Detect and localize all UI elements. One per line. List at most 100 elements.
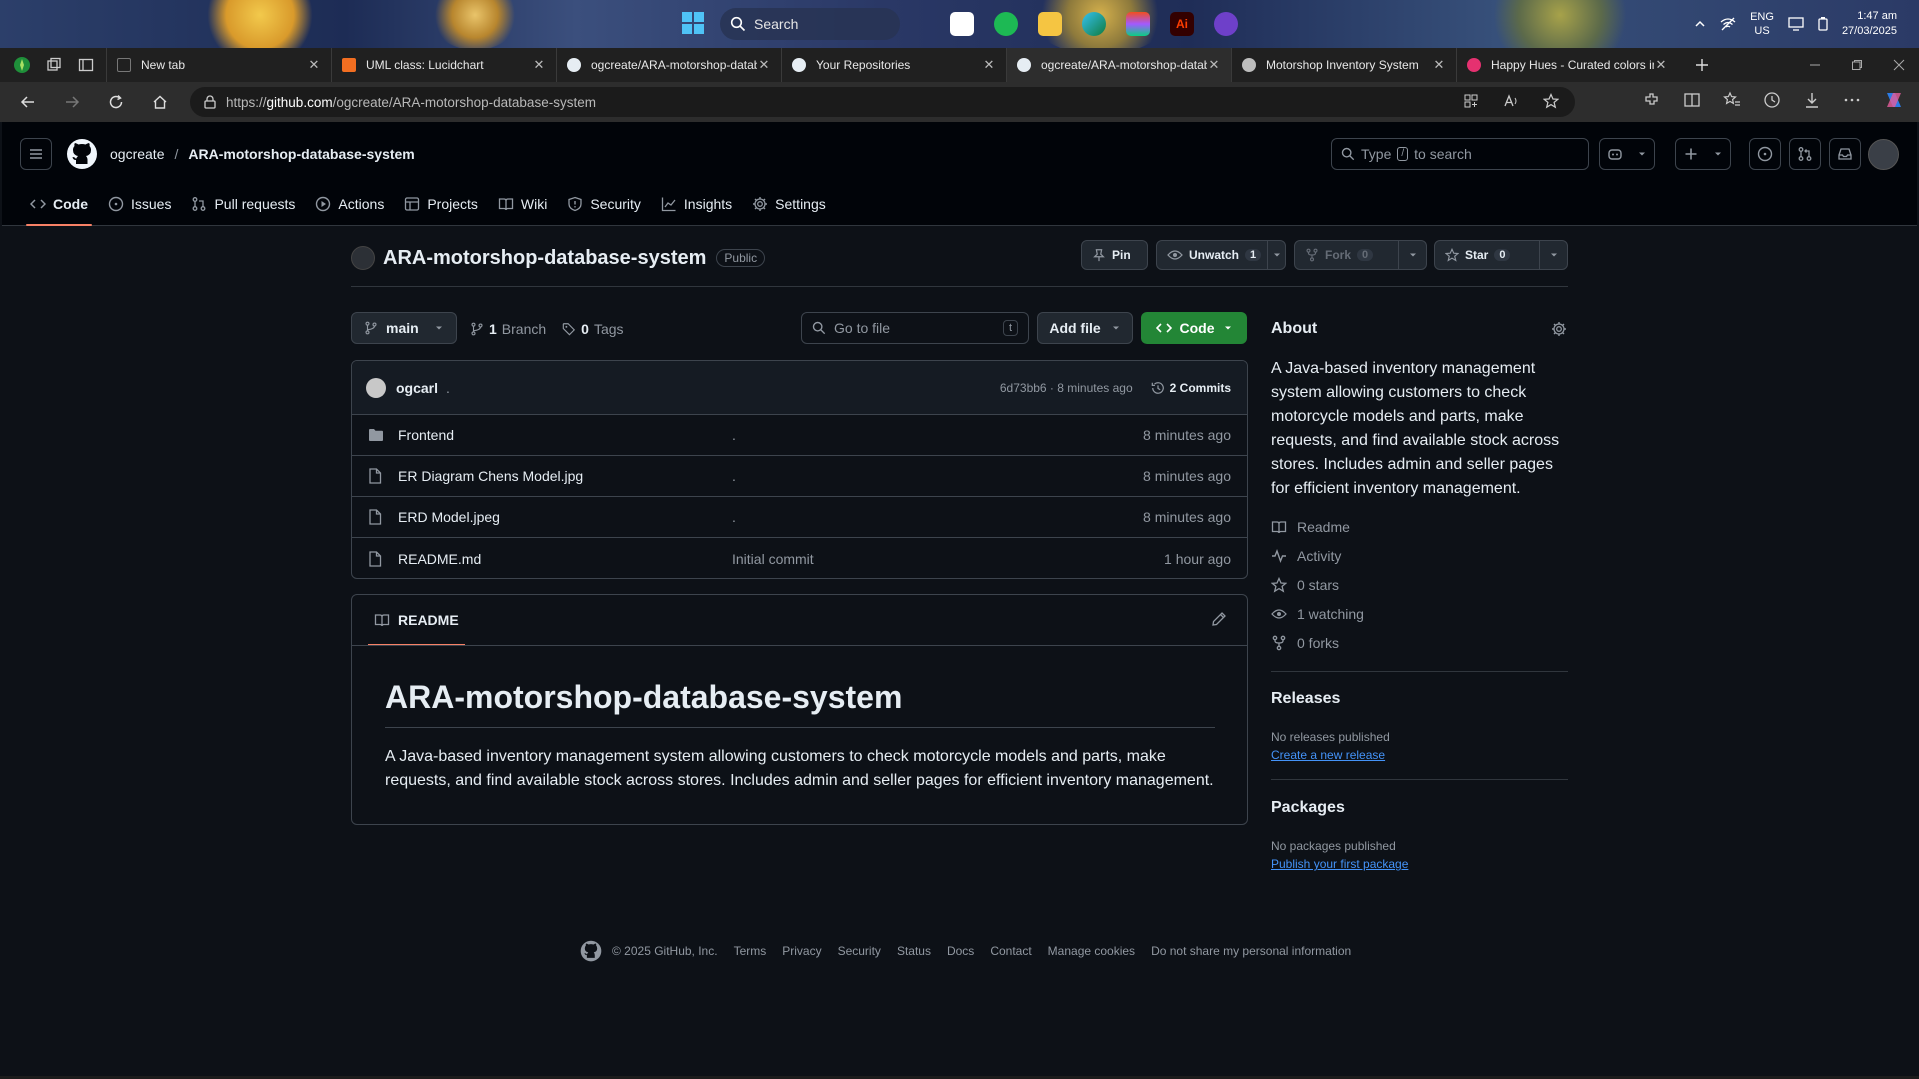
pencil-icon[interactable] bbox=[1211, 611, 1227, 627]
monitor-icon[interactable] bbox=[1788, 17, 1804, 31]
tab-insights[interactable]: Insights bbox=[651, 182, 742, 226]
breadcrumb-owner[interactable]: ogcreate bbox=[110, 146, 164, 162]
browser-tab[interactable]: Motorshop Inventory System ✕ bbox=[1231, 48, 1456, 82]
downloads-icon[interactable] bbox=[1803, 91, 1821, 109]
extensions-icon[interactable] bbox=[1643, 91, 1661, 109]
tab-security[interactable]: Security bbox=[557, 182, 651, 226]
commit-author[interactable]: ogcarl bbox=[396, 380, 438, 396]
repo-name[interactable]: ARA-motorshop-database-system bbox=[383, 247, 706, 270]
star-button[interactable]: Star 0 bbox=[1434, 240, 1568, 270]
tab-projects[interactable]: Projects bbox=[394, 182, 488, 226]
forward-arrow-icon[interactable] bbox=[50, 82, 94, 122]
edge-app-icon[interactable] bbox=[1082, 12, 1106, 36]
branch-selector[interactable]: main bbox=[351, 312, 457, 344]
close-icon[interactable]: ✕ bbox=[1207, 57, 1221, 73]
stars-link[interactable]: 0 stars bbox=[1271, 577, 1339, 593]
home-icon[interactable] bbox=[138, 82, 182, 122]
avatar[interactable] bbox=[1868, 139, 1899, 170]
file-commit-message[interactable]: . bbox=[732, 427, 1143, 443]
browser-profile-icon[interactable] bbox=[12, 55, 32, 75]
chevron-up-icon[interactable] bbox=[1694, 18, 1706, 30]
file-name[interactable]: Frontend bbox=[398, 427, 732, 443]
browser-tab[interactable]: Your Repositories ✕ bbox=[781, 48, 1006, 82]
spotify-app-icon[interactable] bbox=[994, 12, 1018, 36]
footer-link-do-not-share[interactable]: Do not share my personal information bbox=[1151, 944, 1351, 958]
close-icon[interactable]: ✕ bbox=[1654, 57, 1668, 73]
window-close-icon[interactable] bbox=[1893, 59, 1905, 71]
gear-icon[interactable] bbox=[1551, 321, 1567, 337]
github-desktop-icon[interactable] bbox=[1214, 12, 1238, 36]
create-release-link[interactable]: Create a new release bbox=[1271, 748, 1385, 762]
branches-link[interactable]: 1 Branch bbox=[470, 321, 546, 337]
footer-link-manage-cookies[interactable]: Manage cookies bbox=[1048, 944, 1135, 958]
restore-icon[interactable] bbox=[1851, 59, 1863, 71]
browser-tab[interactable]: New tab ✕ bbox=[106, 48, 331, 82]
copilot-icon[interactable] bbox=[1883, 89, 1905, 111]
add-file-button[interactable]: Add file bbox=[1037, 312, 1133, 344]
tab-actions[interactable]: Actions bbox=[305, 182, 394, 226]
illustrator-app-icon[interactable]: Ai bbox=[1170, 12, 1194, 36]
browser-tab[interactable]: UML class: Lucidchart ✕ bbox=[331, 48, 556, 82]
windows-start-button[interactable] bbox=[682, 12, 704, 34]
pin-button[interactable]: Pin bbox=[1081, 240, 1148, 270]
unwatch-button[interactable]: Unwatch 1 bbox=[1156, 240, 1286, 270]
issues-button[interactable] bbox=[1749, 138, 1781, 170]
tab-code[interactable]: Code bbox=[20, 182, 98, 226]
repo-owner-avatar[interactable] bbox=[351, 246, 375, 270]
close-icon[interactable]: ✕ bbox=[982, 57, 996, 73]
avatar[interactable] bbox=[366, 377, 386, 398]
footer-link-docs[interactable]: Docs bbox=[947, 944, 974, 958]
forks-link[interactable]: 0 forks bbox=[1271, 635, 1339, 651]
go-to-file-input[interactable]: Go to file t bbox=[801, 312, 1029, 344]
footer-link-terms[interactable]: Terms bbox=[734, 944, 767, 958]
wifi-off-icon[interactable] bbox=[1720, 17, 1736, 31]
language-indicator[interactable]: ENG US bbox=[1750, 10, 1774, 38]
tab-issues[interactable]: Issues bbox=[98, 182, 181, 226]
fork-button[interactable]: Fork 0 bbox=[1294, 240, 1427, 270]
file-name[interactable]: ERD Model.jpeg bbox=[398, 509, 732, 525]
footer-link-security[interactable]: Security bbox=[838, 944, 881, 958]
figma-app-icon[interactable] bbox=[1126, 12, 1150, 36]
chevron-down-icon[interactable] bbox=[1267, 241, 1285, 269]
browser-tab[interactable]: Happy Hues - Curated colors in ✕ bbox=[1456, 48, 1678, 82]
table-row[interactable]: ER Diagram Chens Model.jpg . 8 minutes a… bbox=[352, 456, 1247, 497]
read-aloud-icon[interactable] bbox=[1503, 93, 1519, 109]
file-name[interactable]: README.md bbox=[398, 551, 732, 567]
favorite-star-icon[interactable] bbox=[1543, 93, 1559, 109]
back-arrow-icon[interactable] bbox=[6, 82, 50, 122]
split-screen-icon[interactable] bbox=[1683, 91, 1701, 109]
battery-icon[interactable] bbox=[1818, 17, 1828, 31]
workspaces-icon[interactable] bbox=[44, 55, 64, 75]
hamburger-menu-icon[interactable] bbox=[20, 138, 52, 170]
copilot-button[interactable] bbox=[1599, 138, 1655, 170]
address-bar[interactable]: https://github.com/ogcreate/ARA-motorsho… bbox=[190, 87, 1575, 117]
app-available-icon[interactable] bbox=[1463, 93, 1479, 109]
watching-link[interactable]: 1 watching bbox=[1271, 606, 1364, 622]
chevron-down-icon[interactable] bbox=[1539, 241, 1567, 269]
github-search-input[interactable]: Type / to search bbox=[1331, 138, 1589, 170]
file-commit-message[interactable]: . bbox=[732, 468, 1143, 484]
clock[interactable]: 1:47 am 27/03/2025 bbox=[1842, 9, 1897, 39]
table-row[interactable]: Frontend . 8 minutes ago bbox=[352, 415, 1247, 456]
file-commit-message[interactable]: . bbox=[732, 509, 1143, 525]
file-commit-message[interactable]: Initial commit bbox=[732, 551, 1164, 567]
code-dropdown-button[interactable]: Code bbox=[1141, 312, 1247, 344]
pull-requests-button[interactable] bbox=[1789, 138, 1821, 170]
github-footer-logo-icon[interactable] bbox=[580, 940, 602, 962]
readme-link[interactable]: Readme bbox=[1271, 519, 1350, 535]
commits-link[interactable]: 2 Commits bbox=[1151, 381, 1231, 395]
favorites-icon[interactable] bbox=[1723, 91, 1741, 109]
chevron-down-icon[interactable] bbox=[1398, 241, 1426, 269]
publish-package-link[interactable]: Publish your first package bbox=[1271, 857, 1408, 871]
tab-actions-icon[interactable] bbox=[76, 55, 96, 75]
create-new-button[interactable] bbox=[1675, 138, 1731, 170]
close-icon[interactable]: ✕ bbox=[757, 57, 771, 73]
github-logo-icon[interactable] bbox=[66, 138, 98, 170]
refresh-icon[interactable] bbox=[94, 82, 138, 122]
footer-link-privacy[interactable]: Privacy bbox=[782, 944, 821, 958]
tags-link[interactable]: 0 Tags bbox=[562, 321, 624, 337]
footer-link-status[interactable]: Status bbox=[897, 944, 931, 958]
browser-tab[interactable]: ogcreate/ARA-motorshop-datab ✕ bbox=[556, 48, 781, 82]
minimize-icon[interactable] bbox=[1809, 59, 1821, 71]
browser-tab-active[interactable]: ogcreate/ARA-motorshop-datab ✕ bbox=[1006, 48, 1231, 82]
